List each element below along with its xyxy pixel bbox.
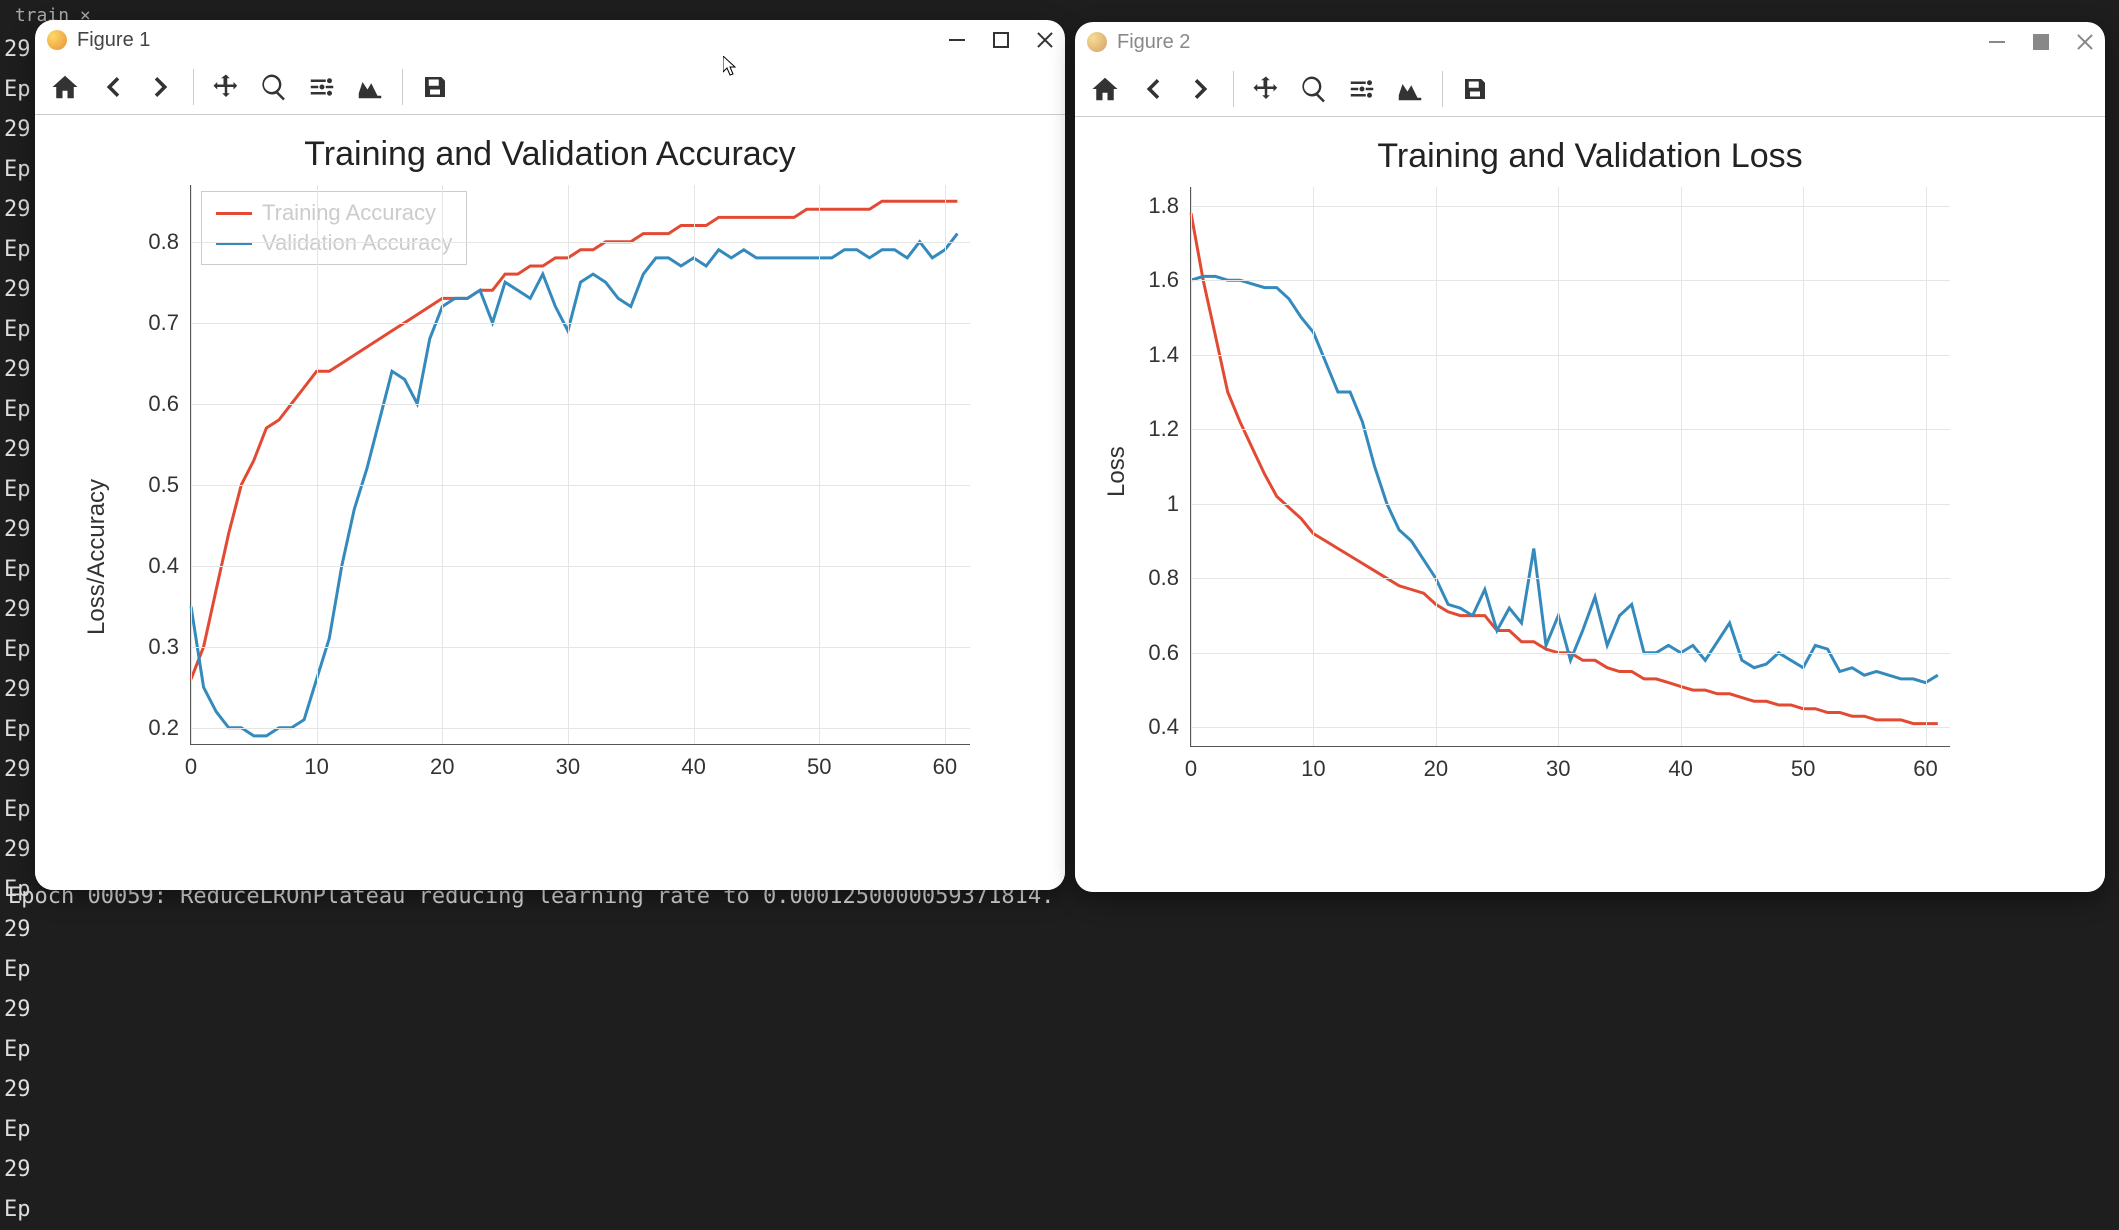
chart-2-title: Training and Validation Loss: [1075, 137, 2105, 176]
home-icon: [1090, 74, 1120, 104]
back-icon: [1138, 74, 1168, 104]
edit-button[interactable]: [1388, 67, 1432, 111]
configure-button[interactable]: [1340, 67, 1384, 111]
edit-button[interactable]: [348, 65, 392, 109]
edit-icon: [1395, 74, 1425, 104]
maximize-button[interactable]: [993, 32, 1009, 48]
configure-button[interactable]: [300, 65, 344, 109]
pan-button[interactable]: [204, 65, 248, 109]
figure-1-toolbar: [35, 60, 1065, 115]
figure-1-plot-area[interactable]: Training and Validation Accuracy Loss/Ac…: [35, 115, 1065, 890]
chart-2-axes[interactable]: 01020304050600.40.60.811.21.41.61.8: [1190, 187, 1950, 747]
forward-button[interactable]: [139, 65, 183, 109]
minimize-button[interactable]: [1989, 34, 2005, 50]
zoom-button[interactable]: [1292, 67, 1336, 111]
figure-2-titlebar[interactable]: Figure 2: [1075, 22, 2105, 62]
save-button[interactable]: [413, 65, 457, 109]
figure-1-title: Figure 1: [77, 29, 150, 52]
chart-1-legend: Training Accuracy Validation Accuracy: [201, 191, 467, 265]
chart-2-ylabel: Loss: [1103, 446, 1131, 497]
zoom-icon: [259, 72, 289, 102]
figure-2-title: Figure 2: [1117, 31, 1190, 54]
forward-button[interactable]: [1179, 67, 1223, 111]
forward-icon: [146, 72, 176, 102]
back-icon: [98, 72, 128, 102]
save-icon: [1460, 74, 1490, 104]
figure-2-plot-area[interactable]: Training and Validation Loss Loss 010203…: [1075, 117, 2105, 892]
matplotlib-icon: [1087, 32, 1107, 52]
home-button[interactable]: [43, 65, 87, 109]
back-button[interactable]: [91, 65, 135, 109]
configure-icon: [307, 72, 337, 102]
close-button[interactable]: [2077, 34, 2093, 50]
home-button[interactable]: [1083, 67, 1127, 111]
configure-icon: [1347, 74, 1377, 104]
maximize-button[interactable]: [2033, 34, 2049, 50]
edit-icon: [355, 72, 385, 102]
save-icon: [420, 72, 450, 102]
figure-1-titlebar[interactable]: Figure 1: [35, 20, 1065, 60]
forward-icon: [1186, 74, 1216, 104]
figure-1-window: Figure 1 Training and Validation Accurac…: [35, 20, 1065, 890]
minimize-button[interactable]: [949, 32, 965, 48]
pan-icon: [211, 72, 241, 102]
pan-icon: [1251, 74, 1281, 104]
back-button[interactable]: [1131, 67, 1175, 111]
zoom-icon: [1299, 74, 1329, 104]
mouse-cursor: [723, 56, 739, 78]
series-validation-loss: [1191, 276, 1938, 682]
chart-1-axes[interactable]: Training Accuracy Validation Accuracy 01…: [190, 185, 970, 745]
matplotlib-icon: [47, 30, 67, 50]
close-button[interactable]: [1037, 32, 1053, 48]
save-button[interactable]: [1453, 67, 1497, 111]
series-training-accuracy: [191, 201, 957, 679]
figure-2-toolbar: [1075, 62, 2105, 117]
figure-2-window: Figure 2 Training and Validation Loss Lo…: [1075, 22, 2105, 892]
home-icon: [50, 72, 80, 102]
zoom-button[interactable]: [252, 65, 296, 109]
pan-button[interactable]: [1244, 67, 1288, 111]
chart-1-ylabel: Loss/Accuracy: [83, 479, 111, 635]
chart-1-title: Training and Validation Accuracy: [35, 135, 1065, 174]
